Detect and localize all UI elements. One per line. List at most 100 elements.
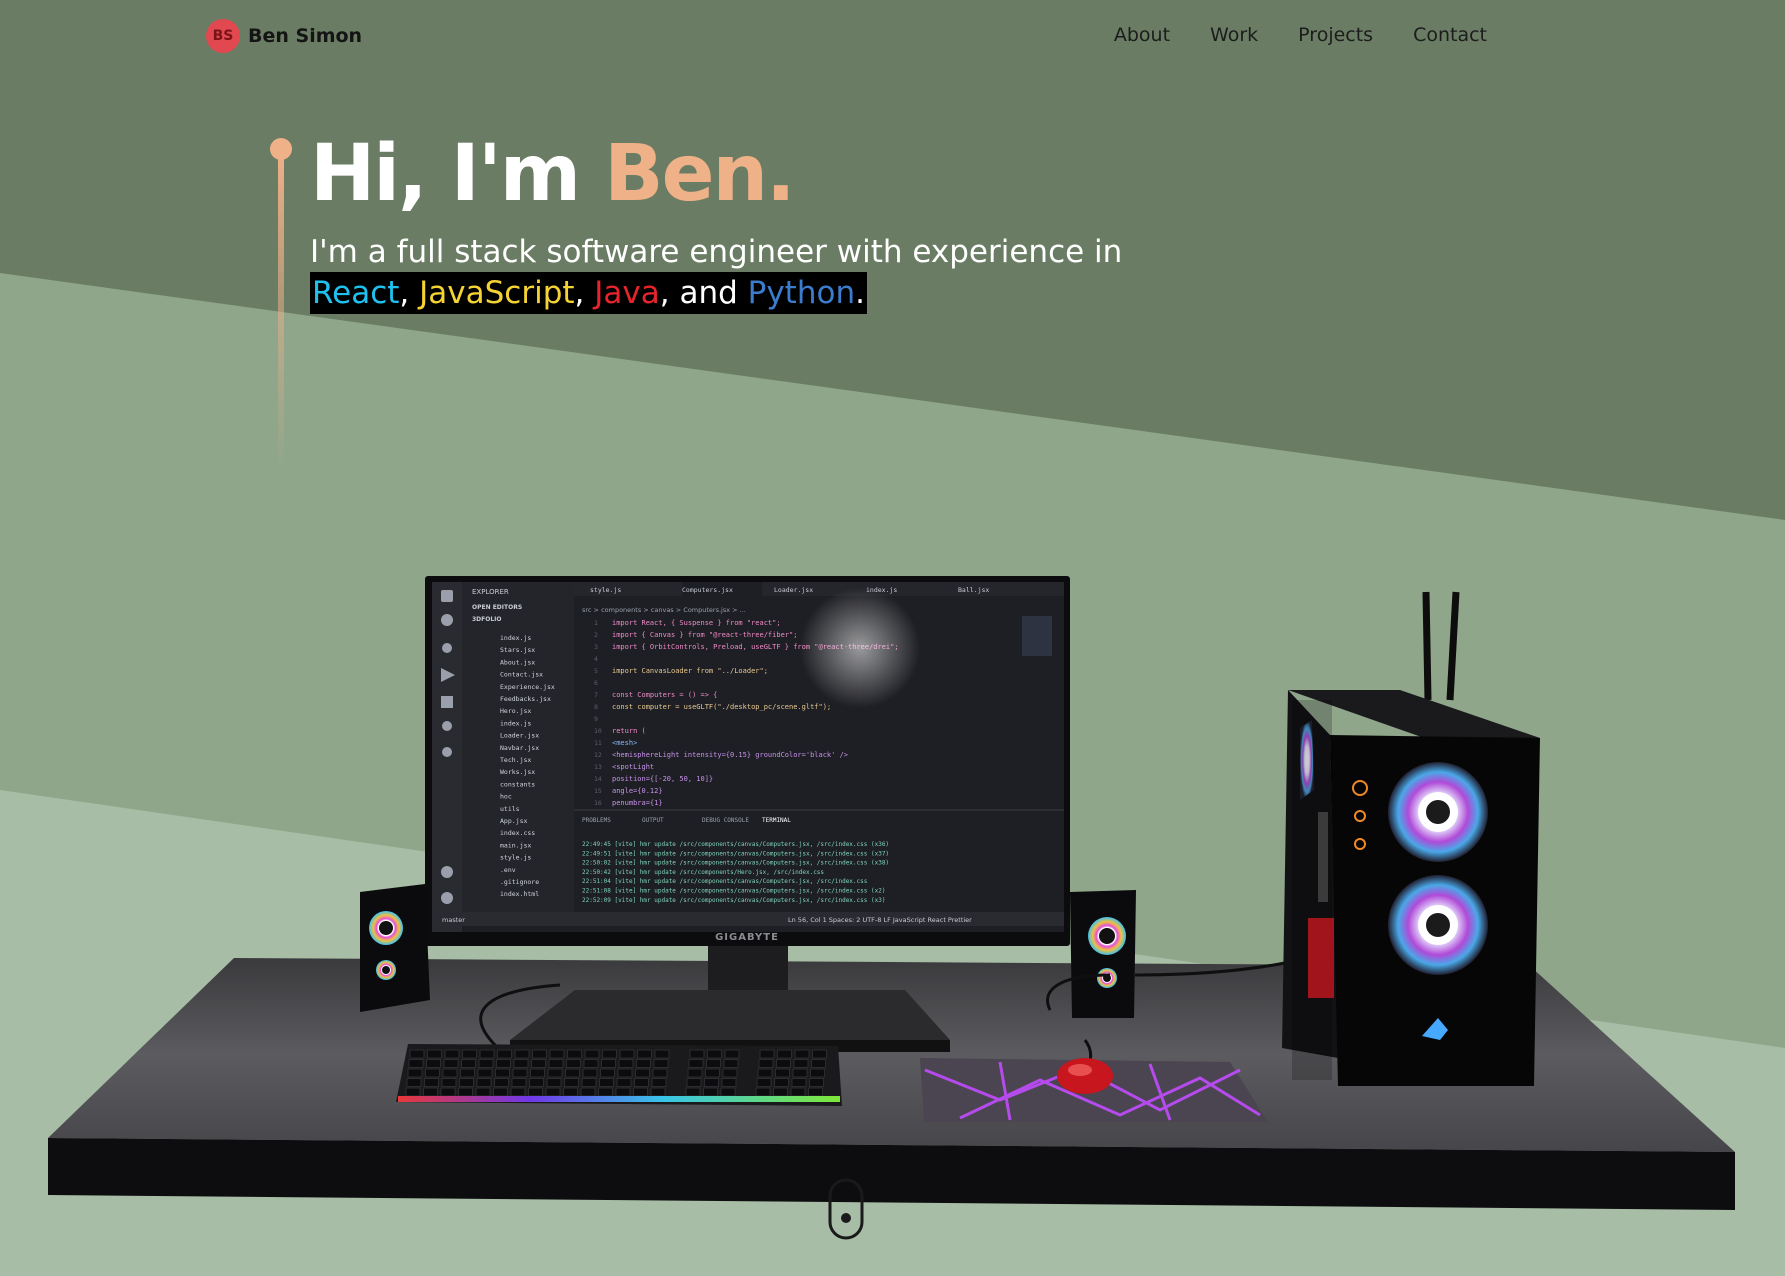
status-right: Ln 56, Col 1 Spaces: 2 UTF-8 LF JavaScri… — [788, 916, 972, 924]
code-line-number: 9 — [594, 715, 598, 723]
explorer-file: index.js — [500, 634, 531, 642]
keyboard-key — [720, 1087, 736, 1097]
pc-case — [1282, 591, 1540, 1086]
keyboard-key — [811, 1059, 826, 1068]
explorer-title: EXPLORER — [472, 588, 509, 596]
explorer-file: Stars.jsx — [500, 646, 535, 654]
code-line-number: 5 — [594, 667, 598, 675]
keyboard-key — [600, 1068, 615, 1078]
explorer-file: Works.jsx — [500, 768, 535, 776]
terminal-line: 22:51:04 [vite] hmr update /src/componen… — [582, 878, 868, 885]
keyboard-key — [444, 1049, 460, 1059]
keyboard-key — [530, 1068, 545, 1078]
keyboard-key — [406, 1078, 422, 1087]
keyboard-key — [493, 1087, 508, 1097]
code-line-number: 10 — [594, 727, 602, 735]
keyboard-key — [494, 1078, 509, 1087]
keyboard-key — [405, 1087, 421, 1097]
keyboard-key — [810, 1068, 825, 1078]
terminal-line: 22:52:09 [vite] hmr update /src/componen… — [582, 897, 885, 904]
keyboard-key — [602, 1049, 617, 1059]
keyboard-key — [599, 1078, 614, 1087]
keyboard — [396, 1044, 842, 1106]
keyboard-key — [756, 1078, 772, 1087]
code-line-number: 4 — [594, 655, 598, 663]
keyboard-key — [634, 1078, 649, 1087]
keyboard-key — [809, 1078, 824, 1087]
code-minimap — [1022, 616, 1052, 656]
editor-breadcrumb: src > components > canvas > Computers.js… — [582, 606, 746, 614]
open-editors-label: OPEN EDITORS — [472, 604, 522, 611]
keyboard-key — [704, 1078, 719, 1087]
keyboard-key — [721, 1078, 737, 1087]
code-line-number: 7 — [594, 691, 598, 699]
keyboard-key — [511, 1078, 527, 1087]
keyboard-key — [458, 1087, 473, 1097]
keyboard-key — [479, 1049, 495, 1059]
keyboard-key — [528, 1087, 543, 1097]
keyboard-key — [619, 1049, 635, 1059]
explorer-file: App.jsx — [500, 817, 527, 825]
keyboard-key — [409, 1049, 425, 1059]
keyboard-key — [637, 1049, 652, 1059]
explorer-file: .env — [500, 866, 516, 874]
editor-tab: style.js — [590, 586, 621, 594]
keyboard-key — [462, 1049, 477, 1059]
mouse — [1057, 1058, 1113, 1094]
code-line-number: 12 — [594, 751, 602, 759]
keyboard-key — [510, 1087, 526, 1097]
keyboard-key — [650, 1087, 666, 1097]
code-line-number: 2 — [594, 631, 598, 639]
keyboard-key — [529, 1078, 544, 1087]
code-line: import CanvasLoader from "../Loader"; — [612, 667, 768, 675]
editor-tab: Computers.jsx — [682, 586, 733, 594]
keyboard-key — [475, 1087, 491, 1097]
editor-tab: Loader.jsx — [774, 586, 813, 594]
keyboard-key — [776, 1059, 791, 1068]
desk-scene-3d-canvas[interactable]: EXPLORER OPEN EDITORS 3DFOLIO index.js St… — [0, 0, 1785, 1276]
terminal-line: 22:49:51 [vite] hmr update /src/componen… — [582, 850, 889, 857]
keyboard-key — [580, 1087, 596, 1097]
keyboard-key — [812, 1049, 827, 1059]
explorer-file: index.css — [500, 829, 535, 837]
keyboard-key — [722, 1068, 738, 1078]
explorer-file: index.html — [500, 890, 539, 898]
keyboard-key — [616, 1078, 632, 1087]
code-line: import React, { Suspense } from "react"; — [612, 619, 781, 627]
keyboard-key — [584, 1049, 600, 1059]
keyboard-key — [774, 1078, 789, 1087]
right-speaker — [1070, 890, 1136, 1018]
explorer-file: index.js — [500, 719, 531, 727]
keyboard-key — [497, 1049, 512, 1059]
keyboard-key — [549, 1049, 565, 1059]
vscode-explorer — [462, 582, 574, 922]
keyboard-key — [477, 1068, 493, 1078]
keyboard-rgb-strip — [398, 1096, 840, 1102]
keyboard-key — [514, 1049, 530, 1059]
keyboard-key — [703, 1087, 718, 1097]
keyboard-key — [476, 1078, 492, 1087]
keyboard-key — [441, 1078, 457, 1087]
keyboard-key — [531, 1059, 546, 1068]
explorer-file: Tech.jsx — [500, 756, 531, 764]
status-branch: master — [442, 916, 465, 924]
explorer-file: style.js — [500, 854, 531, 862]
keyboard-key — [408, 1059, 424, 1068]
code-line-number: 15 — [594, 787, 602, 795]
keyboard-key — [532, 1049, 547, 1059]
keyboard-key — [653, 1059, 669, 1068]
keyboard-key — [617, 1068, 633, 1078]
panel-tab: OUTPUT — [642, 817, 664, 824]
code-line-number: 11 — [594, 739, 602, 747]
explorer-file: Feedbacks.jsx — [500, 695, 551, 703]
explorer-file: utils — [500, 805, 520, 813]
keyboard-key — [755, 1087, 771, 1097]
keyboard-key — [583, 1059, 599, 1068]
explorer-file: hoc — [500, 793, 512, 801]
keyboard-key — [426, 1059, 441, 1068]
keyboard-key — [633, 1087, 648, 1097]
keyboard-key — [598, 1087, 613, 1097]
screen-glare — [800, 588, 920, 708]
keyboard-key — [581, 1078, 597, 1087]
keyboard-key — [685, 1087, 701, 1097]
